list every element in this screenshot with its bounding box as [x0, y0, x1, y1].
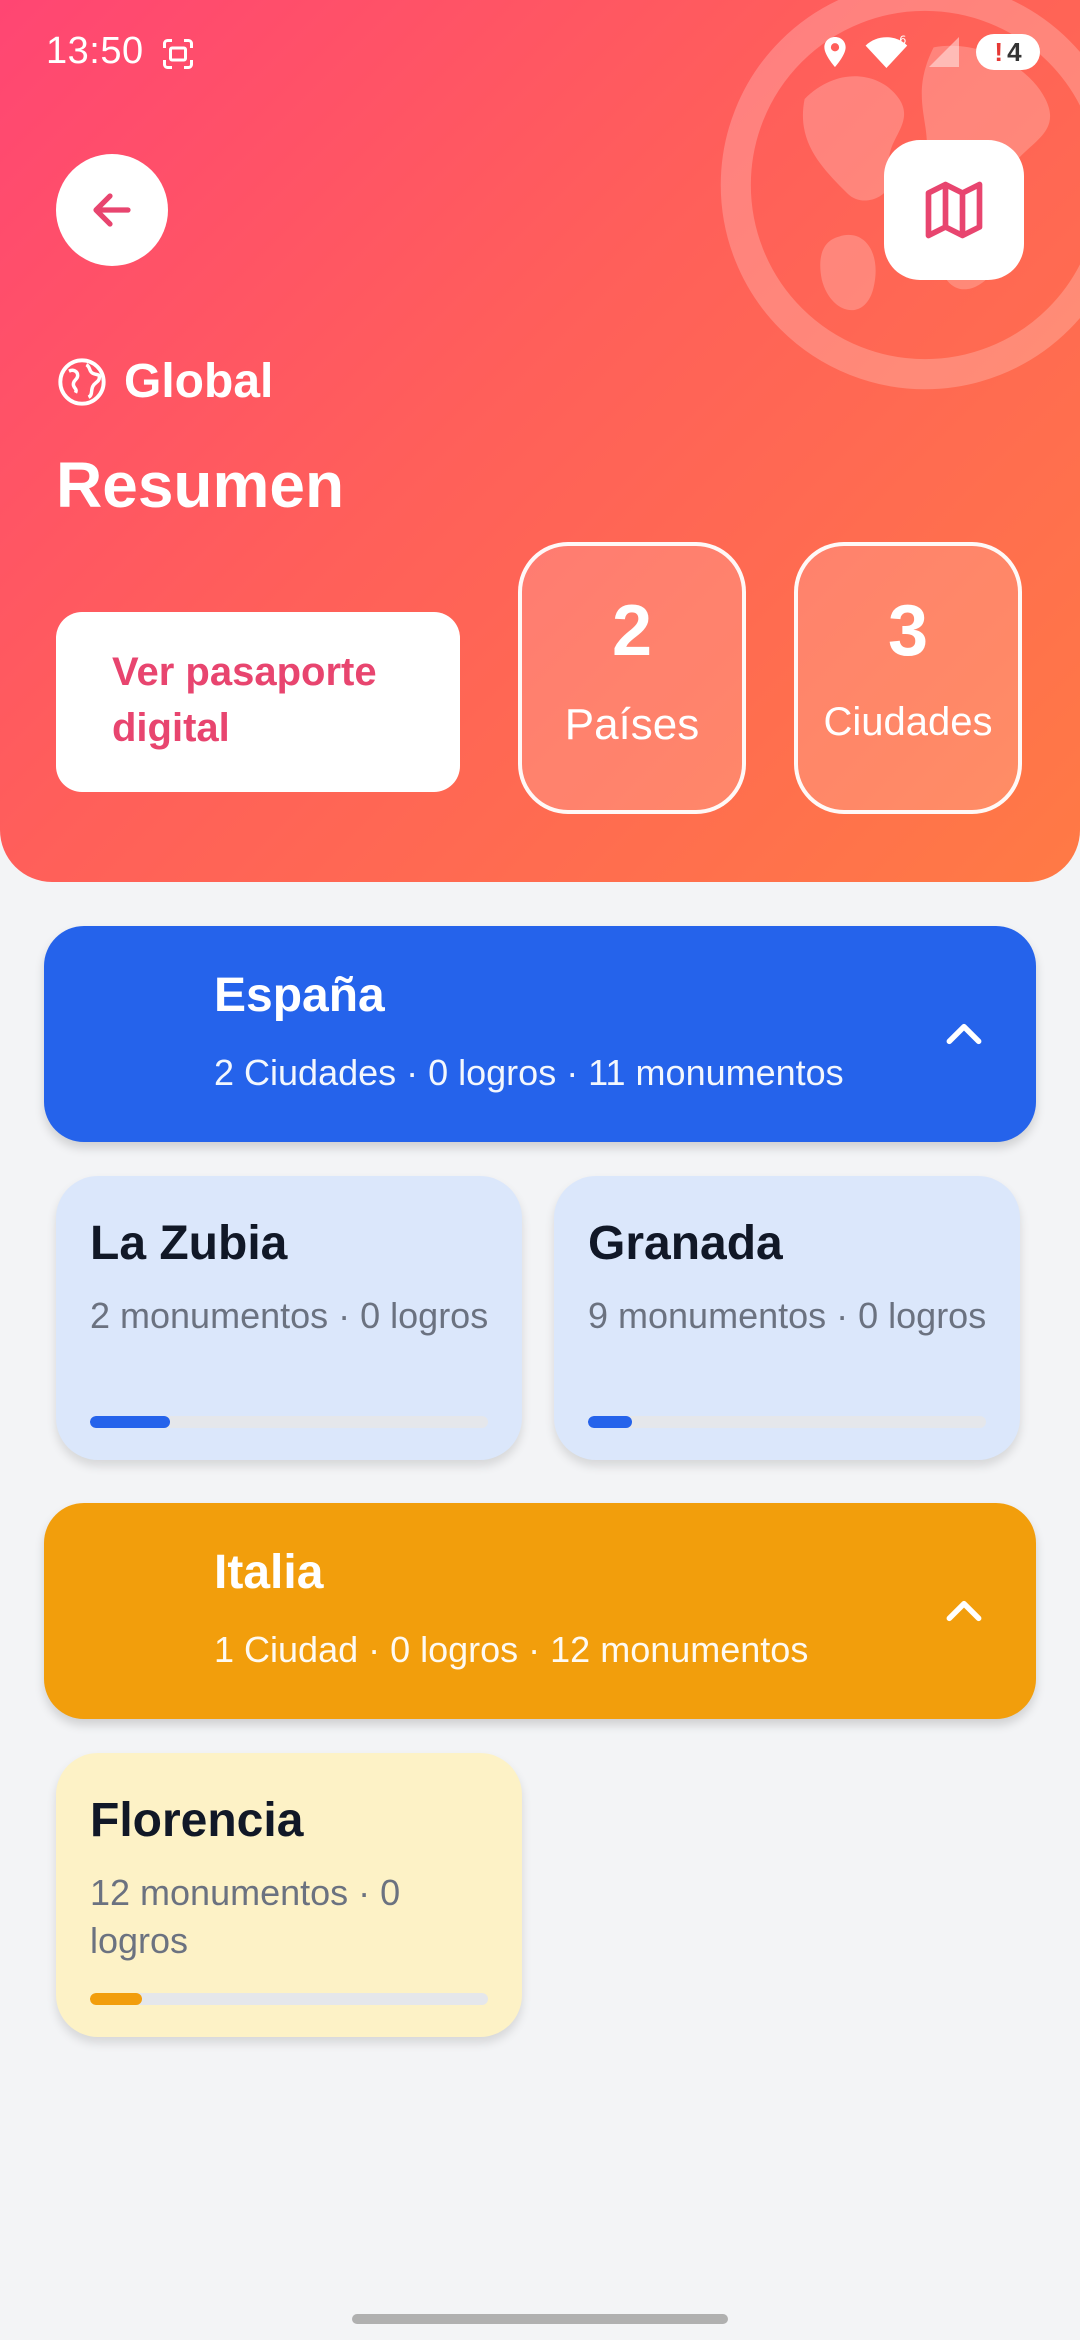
summary-header: 13:50 6 ! 4 Global Resumen Ver pasaporte… [0, 0, 1080, 882]
stat-cities: 3 Ciudades [794, 542, 1022, 814]
city-name: Florencia [90, 1794, 304, 1847]
country-card-italia[interactable]: Italia 1 Ciudad · 0 logros · 12 monument… [44, 1503, 1036, 1719]
status-time: 13:50 [46, 30, 144, 72]
home-indicator[interactable] [352, 2314, 728, 2324]
city-name: La Zubia [90, 1217, 288, 1270]
battery-level: 4 [1007, 36, 1022, 67]
city-meta: 2 monumentos · 0 logros [90, 1295, 489, 1336]
map-button[interactable] [884, 140, 1024, 280]
stat-countries-value: 2 [611, 591, 653, 671]
city-meta: 9 monumentos · 0 logros [588, 1295, 987, 1336]
country-name: Italia [214, 1546, 324, 1599]
map-icon [925, 181, 983, 239]
country-summary: 1 Ciudad · 0 logros · 12 monumentos [214, 1629, 809, 1670]
city-card-la-zubia[interactable]: La Zubia 2 monumentos · 0 logros [56, 1176, 522, 1460]
country-summary: 2 Ciudades · 0 logros · 11 monumentos [214, 1052, 844, 1093]
stat-countries-label: Países [564, 700, 700, 749]
city-meta: 12 monumentos · 0 logros [90, 1872, 401, 1961]
stat-cities-label: Ciudades [823, 700, 993, 744]
globe-icon [58, 357, 106, 406]
location-icon [824, 37, 846, 67]
stat-cities-value: 3 [887, 591, 929, 671]
svg-text:6: 6 [899, 34, 906, 47]
screenshot-icon [163, 39, 193, 69]
arrow-left-icon [93, 193, 131, 227]
city-progress-bar [90, 1416, 488, 1428]
back-button[interactable] [56, 154, 168, 266]
city-progress-bar [90, 1993, 488, 2005]
country-name: España [214, 969, 385, 1022]
city-card-granada[interactable]: Granada 9 monumentos · 0 logros [554, 1176, 1020, 1460]
scope-indicator: Global [56, 354, 273, 409]
digital-passport-button[interactable]: Ver pasaporte digital [56, 612, 460, 792]
stat-countries: 2 Países [518, 542, 746, 814]
status-icons: 6 ! 4 [820, 32, 1040, 72]
city-progress-fill [90, 1993, 142, 2005]
city-card-florencia[interactable]: Florencia 12 monumentos · 0 logros [56, 1753, 522, 2037]
chevron-up-icon[interactable] [942, 1589, 986, 1633]
city-name: Granada [588, 1217, 783, 1270]
country-card-espana[interactable]: España 2 Ciudades · 0 logros · 11 monume… [44, 926, 1036, 1142]
chevron-up-icon[interactable] [942, 1012, 986, 1056]
wifi-icon: 6 [865, 34, 908, 68]
status-bar: 13:50 6 ! 4 [0, 0, 1080, 110]
battery-alert-icon: ! 4 [976, 34, 1040, 70]
city-progress-fill [588, 1416, 632, 1428]
city-progress-fill [90, 1416, 170, 1428]
page-title: Resumen [56, 449, 345, 521]
city-progress-bar [588, 1416, 986, 1428]
signal-icon [929, 37, 959, 67]
scope-label: Global [124, 355, 274, 408]
